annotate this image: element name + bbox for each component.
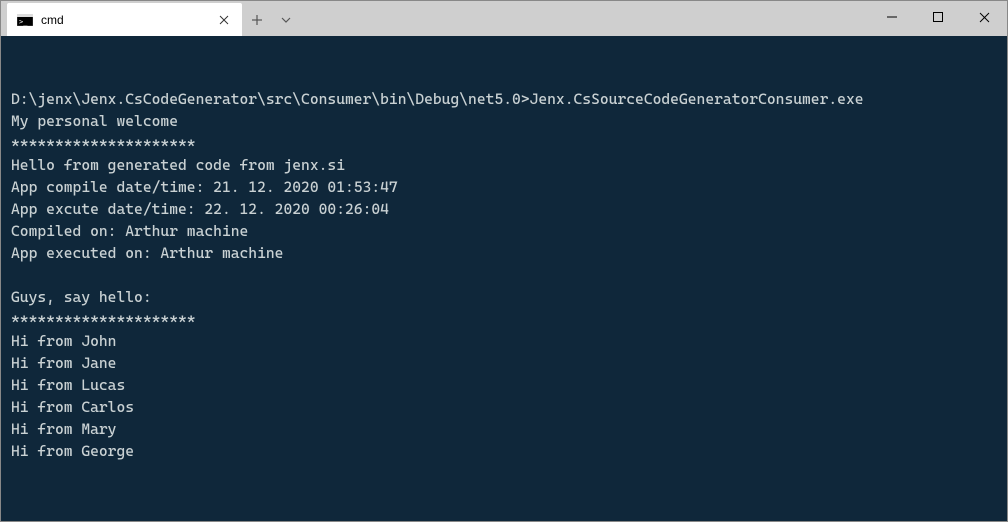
terminal-line: App excute date/time: 22. 12. 2020 00:26… bbox=[11, 198, 997, 220]
terminal-line: App compile date/time: 21. 12. 2020 01:5… bbox=[11, 176, 997, 198]
terminal-line bbox=[11, 484, 997, 506]
terminal-line: Hello from generated code from jenx.si bbox=[11, 154, 997, 176]
terminal-output[interactable]: D:\jenx\Jenx.CsCodeGenerator\src\Consume… bbox=[1, 36, 1007, 521]
tab-dropdown-button[interactable] bbox=[272, 3, 300, 36]
tab-close-button[interactable] bbox=[216, 12, 232, 28]
terminal-line bbox=[11, 264, 997, 286]
new-tab-button[interactable] bbox=[242, 3, 272, 36]
terminal-line: Hi from Carlos bbox=[11, 396, 997, 418]
terminal-line: Hi from Lucas bbox=[11, 374, 997, 396]
terminal-line: App executed on: Arthur machine bbox=[11, 242, 997, 264]
terminal-line: Hi from John bbox=[11, 330, 997, 352]
minimize-button[interactable] bbox=[869, 1, 915, 33]
cmd-icon: >_ bbox=[17, 13, 33, 27]
terminal-line: Hi from George bbox=[11, 440, 997, 462]
window-controls bbox=[869, 1, 1007, 33]
tab-title: cmd bbox=[41, 13, 208, 27]
terminal-line: ********************* bbox=[11, 308, 997, 330]
terminal-line bbox=[11, 462, 997, 484]
svg-text:>_: >_ bbox=[19, 18, 28, 26]
maximize-button[interactable] bbox=[915, 1, 961, 33]
terminal-line: Guys, say hello: bbox=[11, 286, 997, 308]
terminal-line: Hi from Mary bbox=[11, 418, 997, 440]
title-bar: >_ cmd bbox=[1, 1, 1007, 36]
close-button[interactable] bbox=[961, 1, 1007, 33]
terminal-line: Compiled on: Arthur machine bbox=[11, 220, 997, 242]
terminal-tab[interactable]: >_ cmd bbox=[7, 3, 242, 36]
terminal-line: ********************* bbox=[11, 132, 997, 154]
terminal-line: D:\jenx\Jenx.CsCodeGenerator\src\Consume… bbox=[11, 88, 997, 110]
terminal-line: Hi from Jane bbox=[11, 352, 997, 374]
terminal-line: My personal welcome bbox=[11, 110, 997, 132]
